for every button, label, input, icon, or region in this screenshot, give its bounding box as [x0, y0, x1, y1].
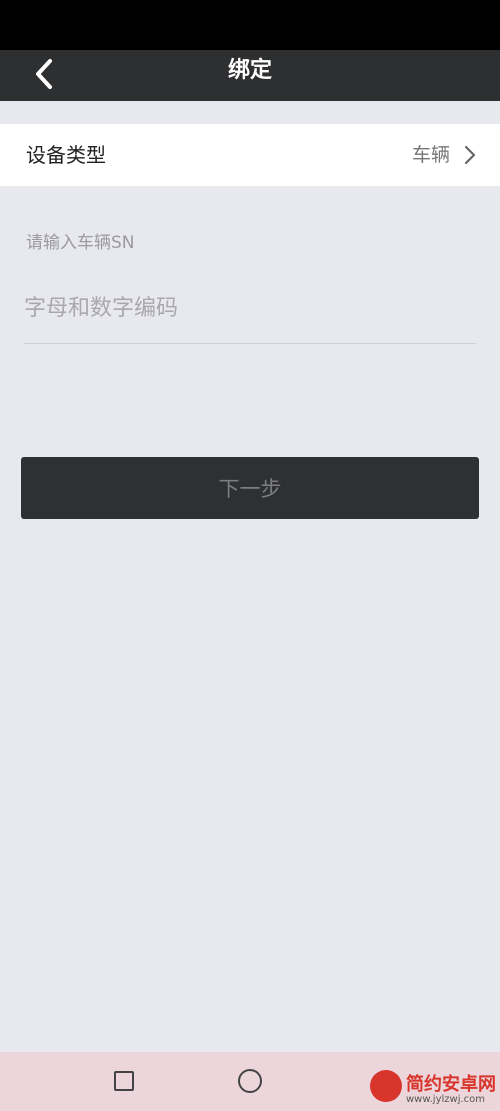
device-type-value: 车辆	[411, 144, 450, 166]
page-title: 绑定	[227, 58, 272, 83]
square-icon[interactable]	[114, 1071, 134, 1091]
status-bar	[0, 0, 500, 50]
android-logo-icon	[370, 1070, 402, 1102]
watermark-url: www.jylzwj.com	[406, 1094, 486, 1105]
sn-input[interactable]	[24, 284, 476, 332]
next-step-button[interactable]: 下一步	[21, 457, 479, 519]
sn-input-underline	[24, 343, 476, 344]
sn-label: 请输入车辆SN	[26, 233, 135, 253]
watermark: 简约安卓网 www.jylzwj.com	[360, 1062, 500, 1111]
device-type-row[interactable]: 设备类型 车辆	[0, 124, 500, 186]
device-type-label: 设备类型	[26, 143, 106, 167]
chevron-right-icon	[464, 145, 476, 165]
circle-icon[interactable]	[238, 1069, 262, 1093]
nav-bar: 绑定	[0, 50, 500, 101]
watermark-title: 简约安卓网	[406, 1074, 496, 1095]
